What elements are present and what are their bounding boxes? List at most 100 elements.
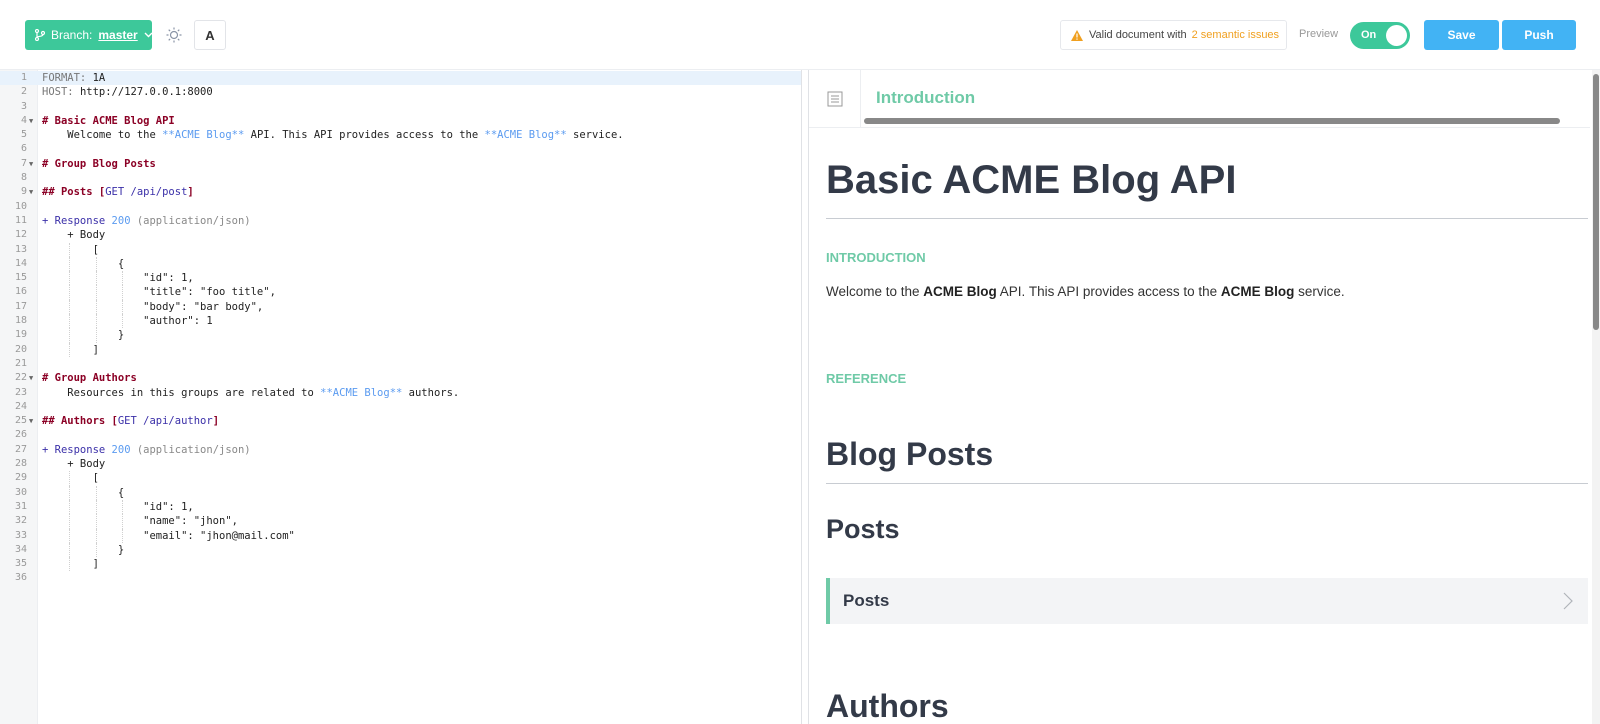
line-text: { xyxy=(42,486,124,500)
indent-guide xyxy=(69,557,70,572)
code-line[interactable]: 5 Welcome to the **ACME Blog** API. This… xyxy=(0,128,801,142)
line-text: } xyxy=(42,543,124,557)
line-text: [ xyxy=(42,243,99,257)
code-line[interactable]: 9 ▼ ## Posts [GET /api/post] xyxy=(0,185,801,199)
line-text: [ xyxy=(42,471,99,485)
line-number: 18 xyxy=(14,315,27,327)
code-line[interactable]: 26 xyxy=(0,428,801,442)
group-divider xyxy=(826,483,1588,484)
line-text: Welcome to the **ACME Blog** API. This A… xyxy=(42,128,623,142)
code-line[interactable]: 12 + Body xyxy=(0,228,801,242)
vertical-scrollbar[interactable] xyxy=(1592,70,1600,724)
semantic-issues-link[interactable]: 2 semantic issues xyxy=(1192,29,1279,41)
code-line[interactable]: 19 } xyxy=(0,328,801,343)
code-line[interactable]: 16 "title": "foo title", xyxy=(0,285,801,300)
code-editor[interactable]: 1 FORMAT: 1A 2 HOST: http://127.0.0.1:8000 3… xyxy=(0,70,801,724)
code-token: 200 xyxy=(111,443,131,456)
fold-arrow-icon[interactable]: ▼ xyxy=(29,371,33,385)
code-line[interactable]: 28 + Body xyxy=(0,457,801,471)
line-number: 14 xyxy=(14,257,27,269)
code-line[interactable]: 22 ▼ # Group Authors xyxy=(0,371,801,385)
line-number: 27 xyxy=(14,443,27,455)
code-line[interactable]: 27 + Response 200 (application/json) xyxy=(0,443,801,457)
scrollbar-thumb[interactable] xyxy=(1593,74,1599,330)
code-line[interactable]: 13 [ xyxy=(0,242,801,257)
code-line[interactable]: 7 ▼ # Group Blog Posts xyxy=(0,157,801,171)
indent-guide xyxy=(69,314,70,329)
code-line[interactable]: 8 xyxy=(0,171,801,185)
code-token: # Group Blog Posts xyxy=(42,157,156,170)
code-line[interactable]: 20 ] xyxy=(0,342,801,357)
indent-guide xyxy=(122,514,123,529)
pane-splitter[interactable] xyxy=(801,70,809,724)
line-number: 11 xyxy=(14,214,27,226)
branch-dropdown-button[interactable]: Branch: master xyxy=(25,20,153,50)
line-number: 31 xyxy=(14,500,27,512)
code-token: + Response xyxy=(42,443,112,456)
code-line[interactable]: 21 xyxy=(0,357,801,371)
intro-text-2: API. This API provides access to the xyxy=(996,284,1221,299)
push-button[interactable]: Push xyxy=(1502,20,1576,50)
sun-icon xyxy=(166,27,182,43)
font-size-button[interactable]: A xyxy=(194,20,226,50)
code-line[interactable]: 24 xyxy=(0,400,801,414)
line-number: 8 xyxy=(20,172,27,184)
fold-arrow-icon[interactable]: ▼ xyxy=(29,157,33,171)
theme-toggle-button[interactable] xyxy=(158,20,190,50)
code-line[interactable]: 14 { xyxy=(0,256,801,272)
code-token: FORMAT: xyxy=(42,72,93,84)
code-line[interactable]: 15 "id": 1, xyxy=(0,271,801,286)
code-line[interactable]: 32 "name": "jhon", xyxy=(0,514,801,529)
code-line[interactable]: 6 xyxy=(0,142,801,156)
code-token: Welcome to the xyxy=(42,129,163,142)
code-line[interactable]: 18 "author": 1 xyxy=(0,314,801,329)
code-lines[interactable]: 1 FORMAT: 1A 2 HOST: http://127.0.0.1:8000 3… xyxy=(0,71,801,586)
code-line[interactable]: 29 [ xyxy=(0,471,801,486)
action-row-posts[interactable]: Posts xyxy=(826,578,1588,624)
line-number: 29 xyxy=(14,472,27,484)
preview-label: Preview xyxy=(1299,28,1339,40)
code-line[interactable]: 2 HOST: http://127.0.0.1:8000 xyxy=(0,85,801,99)
code-token: GET /api/author xyxy=(117,415,213,428)
preview-toggle[interactable]: On xyxy=(1350,22,1410,49)
branch-name: master xyxy=(98,28,138,42)
code-line[interactable]: 33 "email": "jhon@mail.com" xyxy=(0,528,801,543)
code-line[interactable]: 35 ] xyxy=(0,557,801,572)
code-line[interactable]: 30 { xyxy=(0,485,801,500)
indent-guide xyxy=(96,499,97,515)
fold-arrow-icon[interactable]: ▼ xyxy=(29,185,33,199)
code-line[interactable]: 10 xyxy=(0,200,801,214)
validation-status[interactable]: Valid document with 2 semantic issues xyxy=(1060,20,1287,50)
line-text: "body": "bar body", xyxy=(42,300,263,314)
code-line[interactable]: 25 ▼ ## Authors [GET /api/author] xyxy=(0,414,801,428)
chevron-down-icon xyxy=(144,32,153,38)
indent-guide xyxy=(69,514,70,529)
line-text: # Group Authors xyxy=(42,371,137,385)
branch-icon xyxy=(35,29,45,41)
line-number: 12 xyxy=(14,229,27,241)
code-line[interactable]: 31 "id": 1, xyxy=(0,499,801,515)
indent-guide xyxy=(96,514,97,529)
horizontal-scrollbar[interactable] xyxy=(864,118,1560,124)
save-button[interactable]: Save xyxy=(1424,20,1499,50)
code-line[interactable]: 34 } xyxy=(0,542,801,558)
indent-guide xyxy=(69,485,70,500)
line-number: 20 xyxy=(14,343,27,355)
code-line[interactable]: 3 xyxy=(0,100,801,114)
line-number: 21 xyxy=(14,357,27,369)
indent-guide xyxy=(69,271,70,286)
code-line[interactable]: 4 ▼ # Basic ACME Blog API xyxy=(0,114,801,128)
fold-arrow-icon[interactable]: ▼ xyxy=(29,414,33,428)
code-line[interactable]: 1 FORMAT: 1A xyxy=(0,71,801,86)
line-text: "name": "jhon", xyxy=(42,514,238,528)
fold-arrow-icon[interactable]: ▼ xyxy=(29,114,33,128)
code-line[interactable]: 17 "body": "bar body", xyxy=(0,299,801,315)
code-line[interactable]: 23 Resources in this groups are related … xyxy=(0,386,801,400)
code-line[interactable]: 36 xyxy=(0,571,801,585)
nav-tab-introduction[interactable]: Introduction xyxy=(876,88,975,108)
document-outline-button[interactable] xyxy=(809,70,861,128)
line-text: } xyxy=(42,328,124,342)
document-icon xyxy=(827,91,842,107)
code-token: GET /api/post xyxy=(105,186,188,199)
code-line[interactable]: 11 + Response 200 (application/json) xyxy=(0,214,801,228)
